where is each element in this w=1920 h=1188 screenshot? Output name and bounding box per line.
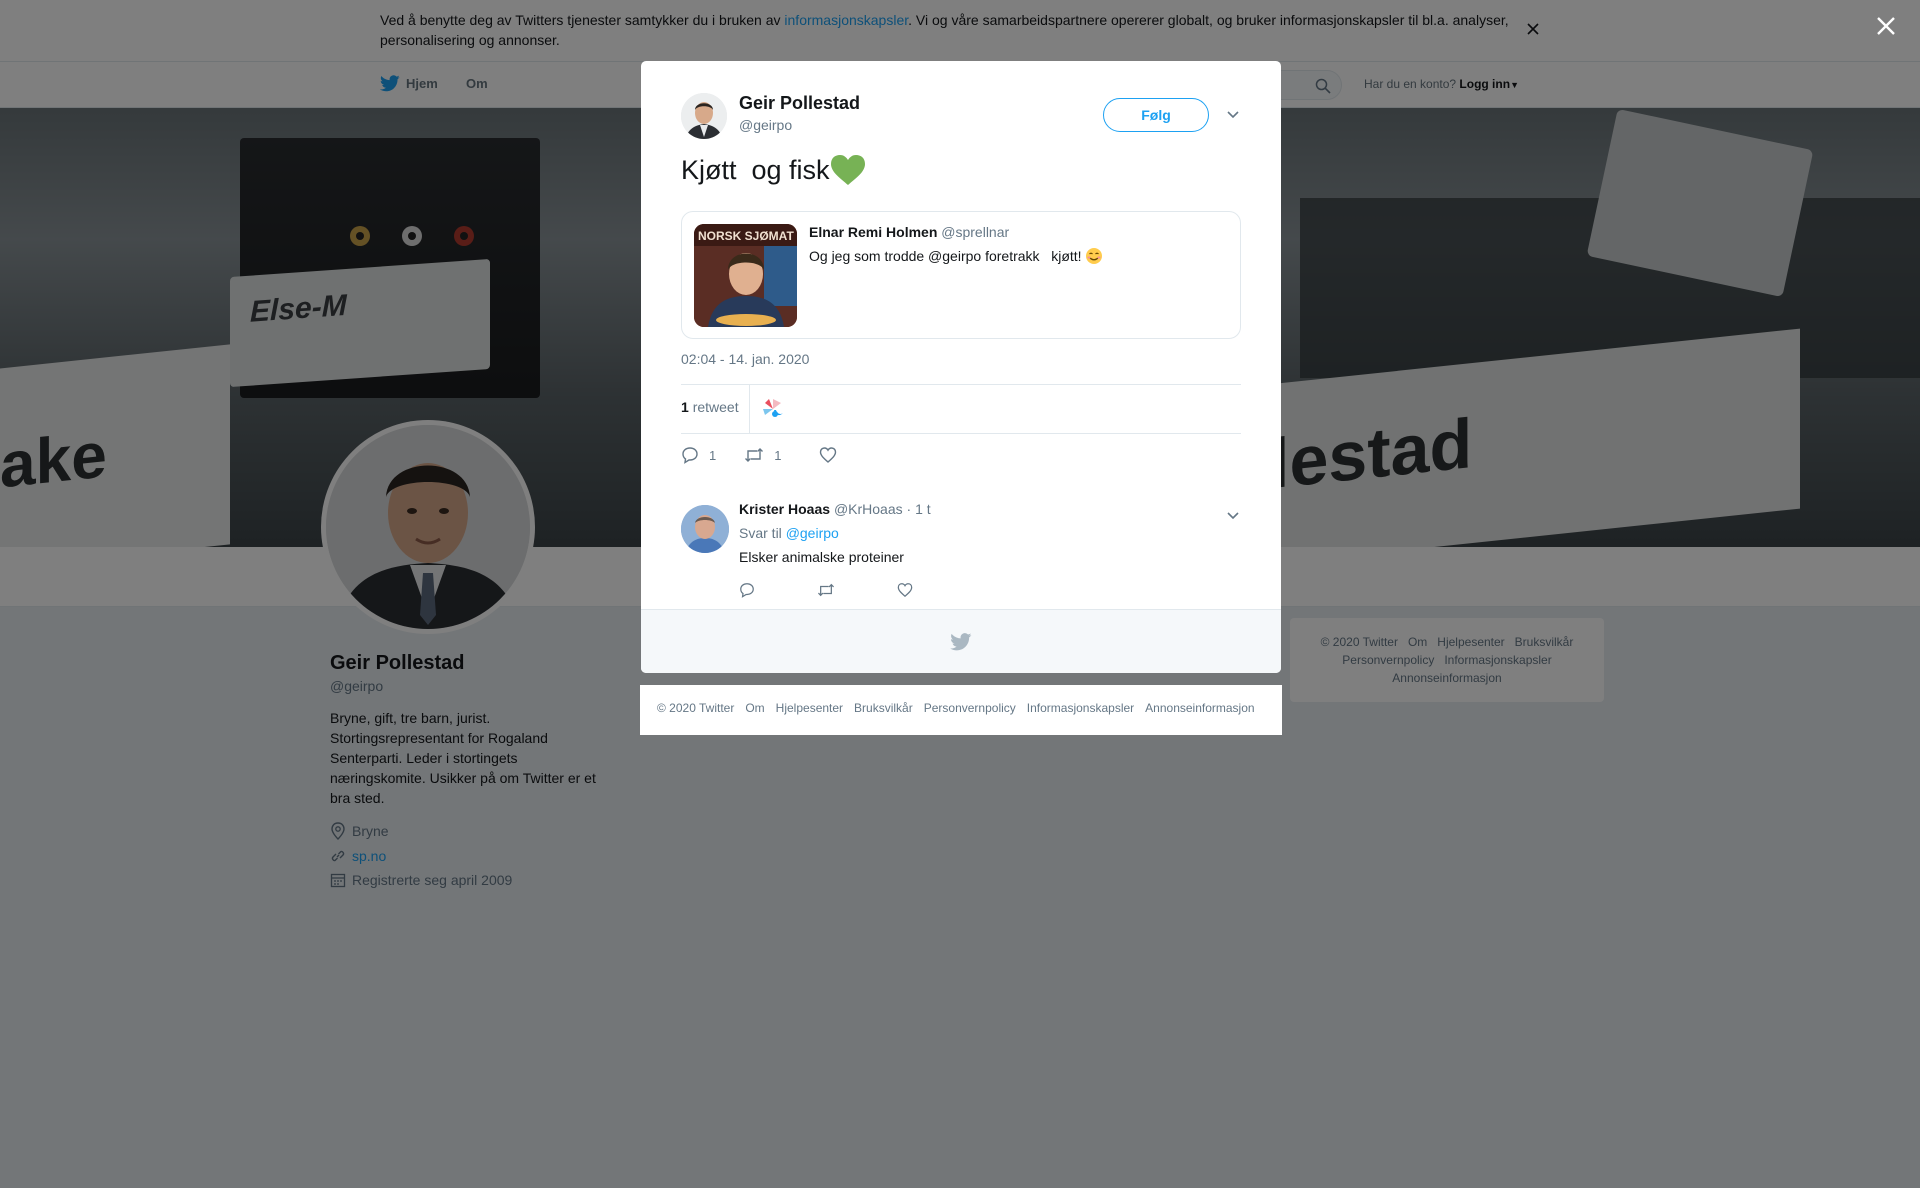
green-heart-icon — [830, 154, 866, 186]
reply-action[interactable]: 1 — [681, 446, 716, 464]
retweet-count: 1 — [774, 447, 782, 463]
quoted-tweet-image: NORSK SJØMAT — [694, 224, 797, 327]
quoted-text: Og jeg som trodde @geirpo foretrakk kjøt… — [809, 247, 1103, 265]
author-avatar[interactable] — [681, 93, 727, 139]
reply-text: Elsker animalske proteiner — [739, 549, 904, 565]
chevron-down-icon[interactable] — [1225, 507, 1241, 523]
reply-icon[interactable] — [739, 582, 755, 598]
heart-icon[interactable] — [897, 582, 913, 598]
twitter-bird-icon — [950, 633, 972, 651]
author-handle[interactable]: @geirpo — [739, 117, 792, 133]
retweet-stat-label: retweet — [692, 399, 739, 415]
chevron-down-icon[interactable] — [1225, 106, 1241, 122]
tweet-text-body: Kjøtt og fisk — [681, 154, 830, 185]
footer-link[interactable]: Personvernpolicy — [924, 701, 1016, 715]
reply-tweet[interactable]: Krister Hoaas @KrHoaas · 1 t Svar til @g… — [681, 501, 1241, 611]
reply-to-link[interactable]: @geirpo — [786, 525, 839, 541]
reply-to-label: Svar til — [739, 525, 782, 541]
retweet-icon — [744, 446, 764, 464]
stats-divider — [749, 385, 750, 433]
footer-link[interactable]: Om — [745, 701, 764, 715]
reply-author-avatar[interactable] — [681, 505, 729, 553]
follow-button[interactable]: Følg — [1103, 98, 1209, 132]
quoted-tweet[interactable]: NORSK SJØMAT Elnar Remi Holmen @sprellna… — [681, 211, 1241, 339]
modal-footer-links: © 2020 Twitter Om Hjelpesenter Bruksvilkår P… — [640, 685, 1282, 735]
reply-icon — [681, 446, 699, 464]
reply-count: 1 — [709, 447, 717, 463]
quoted-author: Elnar Remi Holmen @sprellnar — [809, 224, 1009, 240]
retweet-stat-count: 1 — [681, 399, 689, 415]
reply-to: Svar til @geirpo — [739, 525, 839, 541]
modal-footer — [641, 609, 1281, 673]
reply-author-name[interactable]: Krister Hoaas — [739, 501, 830, 517]
tweet-stats: 1 retweet — [681, 384, 1241, 434]
quoted-author-name: Elnar Remi Holmen — [809, 224, 938, 240]
quoted-text-body: Og jeg som trodde @geirpo foretrakk kjøt… — [809, 248, 1082, 264]
close-icon[interactable] — [1872, 12, 1900, 40]
footer-link[interactable]: Bruksvilkår — [854, 701, 913, 715]
retweet-icon[interactable] — [817, 582, 835, 598]
quoted-author-handle: @sprellnar — [941, 224, 1010, 240]
reply-header: Krister Hoaas @KrHoaas · 1 t — [739, 501, 931, 517]
footer-link[interactable]: Hjelpesenter — [776, 701, 843, 715]
tweet-text: Kjøtt og fisk — [681, 154, 866, 186]
footer-link[interactable]: Informasjonskapsler — [1027, 701, 1134, 715]
footer-link[interactable]: © 2020 Twitter — [657, 701, 734, 715]
author-name[interactable]: Geir Pollestad — [739, 93, 860, 114]
reply-author-handle[interactable]: @KrHoaas — [834, 501, 903, 517]
reply-time[interactable]: · 1 t — [907, 501, 931, 517]
quoted-image-text: NORSK SJØMAT — [698, 229, 794, 243]
tweet-actions: 1 1 — [681, 446, 837, 464]
smiling-face-icon — [1085, 247, 1103, 265]
tweet-timestamp[interactable]: 02:04 - 14. jan. 2020 — [681, 351, 809, 367]
tweet-modal: Geir Pollestad @geirpo Følg Kjøtt og fis… — [641, 61, 1281, 673]
retweet-stat[interactable]: 1 retweet — [681, 399, 739, 415]
footer-link[interactable]: Annonseinformasjon — [1145, 701, 1254, 715]
heart-icon — [819, 446, 837, 464]
like-action[interactable] — [819, 446, 837, 464]
retweet-action[interactable]: 1 — [744, 446, 781, 464]
reply-actions — [739, 582, 913, 598]
retweeter-avatar[interactable] — [761, 397, 785, 421]
